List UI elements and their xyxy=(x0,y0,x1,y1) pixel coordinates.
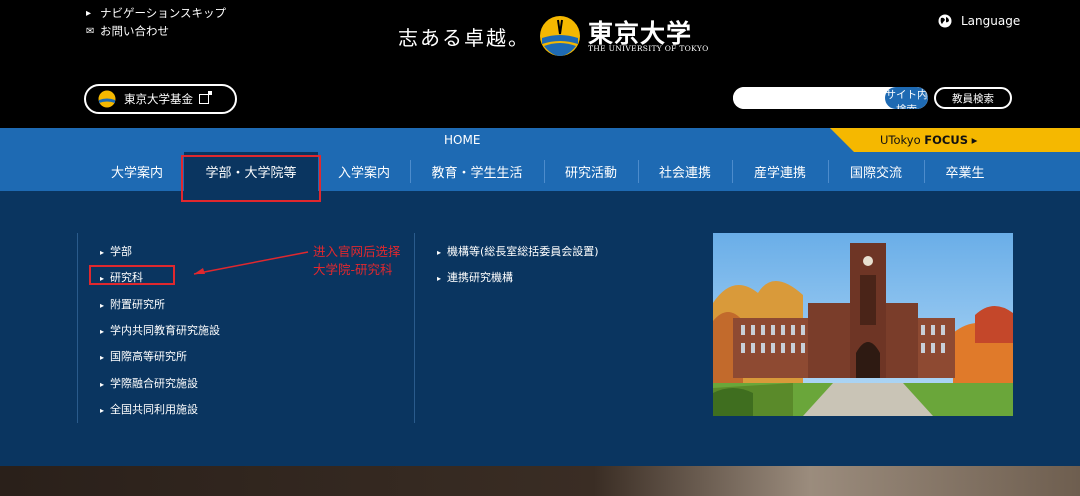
nav-label: 産学連携 xyxy=(753,166,806,181)
annotation-line-1: 进入官网后选择 xyxy=(313,244,401,259)
ginkgo-small-icon xyxy=(98,90,116,108)
menu-link-label: 機構等(総長室総括委員会設置) xyxy=(447,245,599,258)
skip-navigation-label: ナビゲーションスキップ xyxy=(100,6,227,20)
nav-admissions[interactable]: 入学案内 xyxy=(318,152,410,191)
menu-link-label: 国際高等研究所 xyxy=(110,350,187,363)
focus-label-bold: FOCUS xyxy=(924,133,968,147)
nav-label: 研究活動 xyxy=(564,166,617,181)
column-divider xyxy=(414,233,415,423)
menu-link-organizations[interactable]: ▸ 機構等(総長室総括委員会設置) xyxy=(437,243,599,259)
column-divider xyxy=(77,233,78,423)
annotation-highlight-graduate-schools xyxy=(89,265,175,285)
chevron-right-icon: ▸ xyxy=(100,380,105,389)
language-selector[interactable]: Language xyxy=(938,14,1020,28)
menu-link-advanced-studies[interactable]: ▸ 国際高等研究所 xyxy=(100,348,187,364)
nav-label: 国際交流 xyxy=(849,166,902,181)
nav-social-engagement[interactable]: 社会連携 xyxy=(638,152,732,191)
menu-link-label: 連携研究機構 xyxy=(447,271,513,284)
nav-label: 社会連携 xyxy=(658,166,711,181)
menu-link-label: 学部 xyxy=(110,245,132,258)
chevron-right-icon: ▸ xyxy=(437,248,442,257)
annotation-highlight-nav xyxy=(181,155,321,202)
nav-alumni[interactable]: 卒業生 xyxy=(924,152,1006,191)
nav-research[interactable]: 研究活動 xyxy=(544,152,638,191)
nav-international[interactable]: 国際交流 xyxy=(828,152,924,191)
nav-label: 教育・学生生活 xyxy=(431,166,523,181)
site-header: ▸ ナビゲーションスキップ ✉ お問い合わせ 志ある卓越。 東京大学 THE U… xyxy=(0,0,1080,128)
menu-link-shared-facilities[interactable]: ▸ 学内共同教育研究施設 xyxy=(100,322,220,338)
tagline: 志ある卓越。 xyxy=(398,26,530,50)
chevron-right-icon: ▸ xyxy=(86,7,92,19)
focus-label-prefix: UTokyo xyxy=(880,133,925,147)
chevron-right-icon: ▸ xyxy=(100,406,105,415)
menu-link-national-facilities[interactable]: ▸ 全国共同利用施設 xyxy=(100,401,198,417)
utokyo-fund-button[interactable]: 東京大学基金 xyxy=(84,84,237,114)
contact-label: お問い合わせ xyxy=(100,24,169,38)
external-link-icon xyxy=(199,91,212,104)
annotation-arrow xyxy=(193,251,309,275)
university-name-en: THE UNIVERSITY OF TOKYO xyxy=(588,44,709,53)
mail-icon: ✉ xyxy=(86,25,95,37)
nav-education-student-life[interactable]: 教育・学生生活 xyxy=(410,152,544,191)
utokyo-focus-tab[interactable]: UTokyo FOCUS ▸ xyxy=(830,128,1080,152)
nav-industry-collaboration[interactable]: 産学連携 xyxy=(732,152,828,191)
nav-label: 大学案内 xyxy=(110,166,163,181)
annotation-note: 进入官网后选择 大学院-研究科 xyxy=(313,243,401,279)
contact-link[interactable]: ✉ お問い合わせ xyxy=(86,23,169,39)
main-navigation: 大学案内 学部・大学院等 入学案内 教育・学生生活 研究活動 社会連携 産学連携… xyxy=(0,152,1080,191)
menu-link-label: 全国共同利用施設 xyxy=(110,403,198,416)
chevron-right-icon: ▸ xyxy=(437,274,442,283)
annotation-line-2: 大学院-研究科 xyxy=(313,262,393,277)
hero-image-strip xyxy=(0,466,1080,496)
chevron-right-icon: ▸ xyxy=(100,327,105,336)
focus-label: UTokyo FOCUS ▸ xyxy=(880,133,977,147)
site-search-form: サイト内検索 xyxy=(733,87,928,109)
menu-link-collaborative-research[interactable]: ▸ 連携研究機構 xyxy=(437,269,513,285)
menu-link-label: 附置研究所 xyxy=(110,298,165,311)
nav-label: 入学案内 xyxy=(337,166,390,181)
fund-label: 東京大学基金 xyxy=(124,92,193,106)
menu-link-faculties[interactable]: ▸ 学部 xyxy=(100,243,132,259)
menu-link-research-institutes[interactable]: ▸ 附置研究所 xyxy=(100,296,165,312)
menu-link-label: 学内共同教育研究施設 xyxy=(110,324,220,337)
nav-label: 卒業生 xyxy=(945,166,985,181)
home-link[interactable]: HOME xyxy=(444,133,480,147)
menu-link-interdisciplinary[interactable]: ▸ 学際融合研究施設 xyxy=(100,375,198,391)
menu-link-label: 学際融合研究施設 xyxy=(110,377,198,390)
globe-icon xyxy=(938,14,952,28)
chevron-right-icon: ▸ xyxy=(100,301,105,310)
nav-about[interactable]: 大学案内 xyxy=(90,152,184,191)
language-label: Language xyxy=(961,14,1021,28)
chevron-right-icon: ▸ xyxy=(100,248,105,257)
faculty-search-button[interactable]: 教員検索 xyxy=(934,87,1012,109)
chevron-right-icon: ▸ xyxy=(100,353,105,362)
faculties-dropdown-panel: ▸ 学部 ▸ 研究科 ▸ 附置研究所 ▸ 学内共同教育研究施設 ▸ 国際高等研究所 ▸ 学際… xyxy=(0,191,1080,466)
ginkgo-logo-icon[interactable] xyxy=(538,14,582,58)
site-search-button[interactable]: サイト内検索 xyxy=(885,87,928,109)
yasuda-auditorium-photo xyxy=(713,233,1013,416)
caret-right-icon: ▸ xyxy=(971,133,978,147)
skip-navigation-link[interactable]: ▸ ナビゲーションスキップ xyxy=(86,5,226,21)
search-input[interactable] xyxy=(733,87,885,109)
